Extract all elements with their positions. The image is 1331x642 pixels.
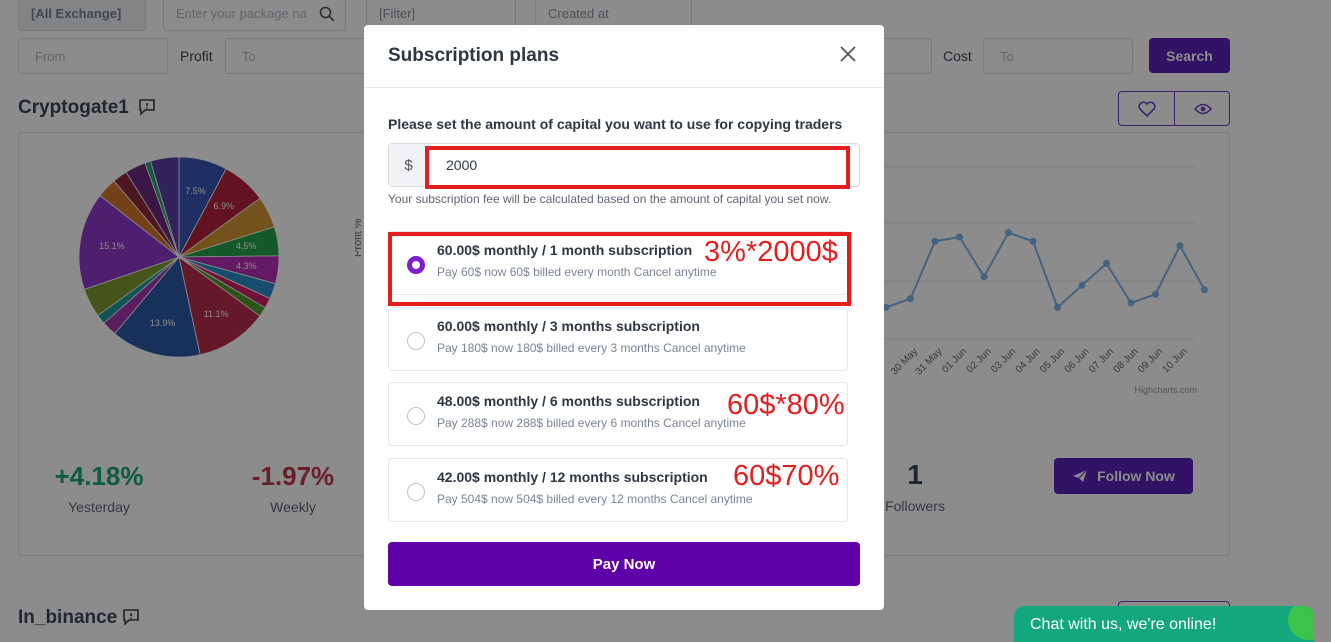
plan-radio[interactable] xyxy=(407,483,425,501)
capital-prompt: Please set the amount of capital you wan… xyxy=(388,116,843,132)
plan-detail: Pay 504$ now 504$ billed every 12 months… xyxy=(437,492,753,506)
modal-title: Subscription plans xyxy=(388,45,560,66)
modal-divider xyxy=(364,87,884,88)
subscription-modal: Subscription plans Please set the amount… xyxy=(364,25,884,610)
plan-title: 60.00$ monthly / 3 months subscription xyxy=(437,318,700,334)
annotation-text: 60$70% xyxy=(733,460,840,492)
annotation-text: 3%*2000$ xyxy=(704,236,838,268)
plan-title: 48.00$ monthly / 6 months subscription xyxy=(437,393,700,409)
currency-addon: $ xyxy=(389,144,429,186)
chat-widget[interactable]: Chat with us, we're online! xyxy=(1014,606,1314,642)
plan-3-months[interactable]: 60.00$ monthly / 3 months subscription P… xyxy=(388,307,848,371)
plan-radio[interactable] xyxy=(407,407,425,425)
chat-avatar xyxy=(1288,606,1314,640)
plan-radio[interactable] xyxy=(407,332,425,350)
annotation-text: 60$*80% xyxy=(727,389,845,421)
plan-detail: Pay 180$ now 180$ billed every 3 months … xyxy=(437,341,746,355)
plan-title: 42.00$ monthly / 12 months subscription xyxy=(437,469,708,485)
pay-now-button[interactable]: Pay Now xyxy=(388,542,860,586)
close-icon[interactable] xyxy=(840,46,856,62)
plan-detail: Pay 288$ now 288$ billed every 6 months … xyxy=(437,416,746,430)
fee-hint: Your subscription fee will be calculated… xyxy=(388,192,832,206)
chat-label: Chat with us, we're online! xyxy=(1030,616,1217,633)
annotation-box-amount xyxy=(425,146,850,189)
